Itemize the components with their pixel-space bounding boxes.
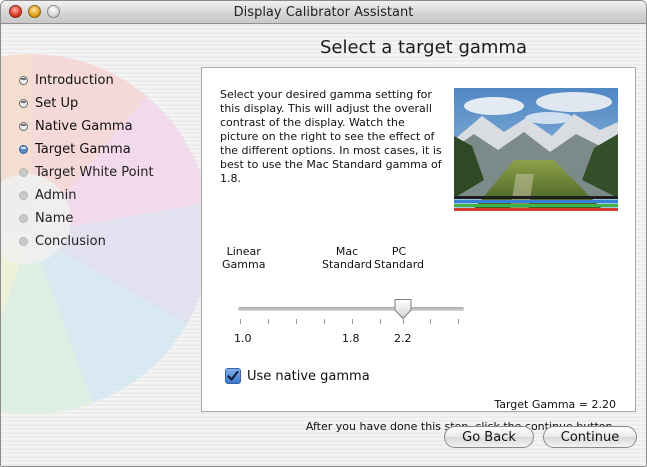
assistant-window: Display Calibrator Assistant Select a ta… xyxy=(0,0,647,467)
step-set-up: Set Up xyxy=(19,92,154,115)
slider-tick xyxy=(240,319,241,324)
slider-value-3: 2.2 xyxy=(394,332,412,345)
step-pending-bullet-icon xyxy=(19,168,28,177)
use-native-gamma-checkbox[interactable] xyxy=(225,368,241,384)
title-bar[interactable]: Display Calibrator Assistant xyxy=(1,1,646,24)
slider-tick xyxy=(380,319,381,324)
step-label: Target Gamma xyxy=(35,142,131,157)
color-bar-black xyxy=(454,196,618,199)
slider-tick xyxy=(430,319,431,324)
step-label: Target White Point xyxy=(35,165,154,180)
description-text: Select your desired gamma setting for th… xyxy=(220,88,442,185)
slider-label-line: Standard xyxy=(374,258,425,271)
step-done-bullet-icon xyxy=(19,122,28,131)
slider-label-mac: Mac Standard xyxy=(322,245,372,271)
color-bars xyxy=(454,193,618,215)
color-bar-red xyxy=(454,208,618,211)
window-title: Display Calibrator Assistant xyxy=(233,5,414,20)
slider-value-1: 1.0 xyxy=(234,332,252,345)
step-native-gamma: Native Gamma xyxy=(19,115,154,138)
use-native-gamma-label[interactable]: Use native gamma xyxy=(247,369,370,384)
slider-tick xyxy=(268,319,269,324)
content-panel: Select your desired gamma setting for th… xyxy=(201,67,636,433)
slider-label-line: Mac xyxy=(335,245,359,258)
step-current-bullet-icon xyxy=(19,145,28,154)
color-bar-blue xyxy=(454,200,618,203)
step-done-bullet-icon xyxy=(19,76,28,85)
slider-label-line: PC xyxy=(391,245,407,258)
step-admin: Admin xyxy=(19,184,154,207)
step-target-white-point: Target White Point xyxy=(19,161,154,184)
go-back-button[interactable]: Go Back xyxy=(444,426,534,448)
slider-label-line: Standard xyxy=(322,258,373,271)
slider-tick xyxy=(458,319,459,324)
step-label: Admin xyxy=(35,188,77,203)
slider-tick xyxy=(324,319,325,324)
step-pending-bullet-icon xyxy=(19,214,28,223)
window-body: Select a target gamma Introduction Set U… xyxy=(1,24,646,466)
step-introduction: Introduction xyxy=(19,69,154,92)
step-label: Name xyxy=(35,211,74,226)
step-label: Conclusion xyxy=(35,234,106,249)
slider-label-pc: PC Standard xyxy=(374,245,424,271)
step-label: Set Up xyxy=(35,96,79,111)
step-done-bullet-icon xyxy=(19,99,28,108)
step-conclusion: Conclusion xyxy=(19,230,154,253)
slider-label-linear: Linear Gamma xyxy=(222,245,265,271)
gamma-slider-thumb[interactable] xyxy=(393,298,413,320)
step-list: Introduction Set Up Native Gamma Target … xyxy=(19,69,154,253)
step-pending-bullet-icon xyxy=(19,237,28,246)
color-bar-green xyxy=(454,204,618,207)
page-title: Select a target gamma xyxy=(319,37,527,58)
step-name: Name xyxy=(19,207,154,230)
target-gamma-readout: Target Gamma = 2.20 xyxy=(494,398,616,411)
slider-label-line: Gamma xyxy=(222,258,266,271)
slider-tick xyxy=(296,319,297,324)
gamma-slider-track[interactable] xyxy=(238,307,464,311)
use-native-gamma-option[interactable]: Use native gamma xyxy=(225,368,370,384)
continue-button[interactable]: Continue xyxy=(543,426,637,448)
checkmark-icon xyxy=(227,370,239,381)
slider-value-2: 1.8 xyxy=(342,332,360,345)
slider-label-line: Linear xyxy=(226,245,261,258)
step-label: Introduction xyxy=(35,73,114,88)
slider-tick xyxy=(352,319,353,324)
step-target-gamma: Target Gamma xyxy=(19,138,154,161)
step-label: Native Gamma xyxy=(35,119,133,134)
step-pending-bullet-icon xyxy=(19,191,28,200)
